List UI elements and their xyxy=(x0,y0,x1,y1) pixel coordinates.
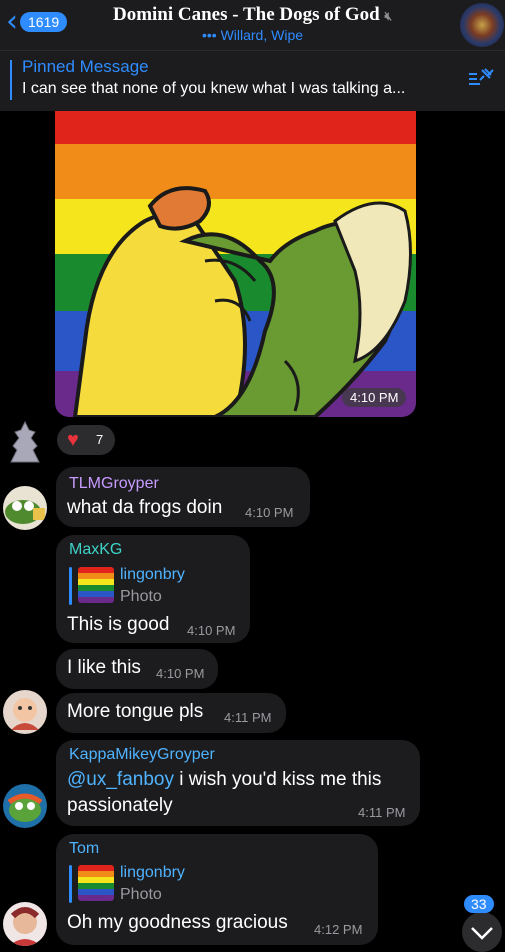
message-time: 4:11 PM xyxy=(224,710,272,725)
avatar-sender[interactable] xyxy=(3,690,47,734)
pinned-title: Pinned Message xyxy=(22,57,149,76)
message-time: 4:11 PM xyxy=(358,805,406,820)
pinned-list-icon[interactable] xyxy=(468,66,494,94)
sender-name[interactable]: Tom xyxy=(69,840,99,858)
message-text: More tongue pls xyxy=(67,701,204,722)
mention-link[interactable]: @ux_fanboy xyxy=(67,769,174,790)
reply-thumbnail[interactable] xyxy=(78,865,114,901)
message-text: what da frogs doin xyxy=(67,497,223,518)
scroll-to-bottom-button[interactable] xyxy=(462,912,502,952)
message-text: i wish you'd kiss me this xyxy=(173,769,382,790)
chat-subtitle: ••• Willard, Wipe xyxy=(201,27,304,43)
reply-indicator xyxy=(69,567,72,605)
avatar-tlmgroyper[interactable] xyxy=(3,486,47,530)
reaction-heart[interactable]: ♥ 7 xyxy=(57,425,115,455)
message-bubble[interactable]: Tom lingonbry Photo Oh my goodness graci… xyxy=(56,834,378,945)
photo-message[interactable] xyxy=(55,111,416,417)
sender-name[interactable]: TLMGroyper xyxy=(69,475,159,493)
message-bubble[interactable]: KappaMikeyGroyper @ux_fanboy i wish you'… xyxy=(56,740,420,826)
avatar-kappamikeygroyper[interactable] xyxy=(3,784,47,828)
reply-sender[interactable]: lingonbry xyxy=(120,864,185,882)
message-text: Oh my goodness gracious xyxy=(67,912,288,933)
muted-icon: 🔇︎ xyxy=(384,9,393,23)
reply-thumbnail[interactable] xyxy=(78,567,114,603)
reaction-count: 7 xyxy=(96,432,104,447)
message-bubble[interactable]: TLMGroyper what da frogs doin 4:10 PM xyxy=(56,467,310,527)
typing-indicator: ••• xyxy=(201,27,217,43)
reply-sender[interactable]: lingonbry xyxy=(120,566,185,584)
chat-title[interactable]: Domini Canes - The Dogs of God 🔇︎ xyxy=(0,4,505,26)
sender-name[interactable]: MaxKG xyxy=(69,541,122,559)
photo-timestamp: 4:10 PM xyxy=(342,388,407,407)
channel-avatar[interactable] xyxy=(460,3,504,47)
reply-indicator xyxy=(69,865,72,903)
reply-type: Photo xyxy=(120,588,162,605)
chevron-down-icon xyxy=(471,927,493,940)
sender-avatar-sticker[interactable] xyxy=(5,420,45,465)
frog-duck-illustration xyxy=(72,186,412,417)
message-bubble[interactable]: MaxKG lingonbry Photo This is good 4:10 … xyxy=(56,535,250,643)
message-text: I like this xyxy=(67,657,141,678)
message-bubble[interactable]: I like this 4:10 PM xyxy=(56,649,218,689)
message-time: 4:10 PM xyxy=(156,666,205,681)
message-text: This is good xyxy=(67,614,170,635)
sender-name[interactable]: KappaMikeyGroyper xyxy=(69,746,215,764)
message-time: 4:10 PM xyxy=(187,623,236,638)
heart-icon: ♥ xyxy=(67,429,79,451)
message-time: 4:10 PM xyxy=(245,505,294,520)
avatar-tom[interactable] xyxy=(3,902,47,946)
unread-messages-badge: 33 xyxy=(464,895,494,913)
message-time: 4:12 PM xyxy=(314,922,363,937)
reply-type: Photo xyxy=(120,886,162,903)
pinned-text: I can see that none of you knew what I w… xyxy=(22,80,406,97)
message-text-continued: passionately xyxy=(67,795,173,816)
message-bubble[interactable]: More tongue pls 4:11 PM xyxy=(56,693,286,733)
pinned-indicator xyxy=(10,60,12,100)
